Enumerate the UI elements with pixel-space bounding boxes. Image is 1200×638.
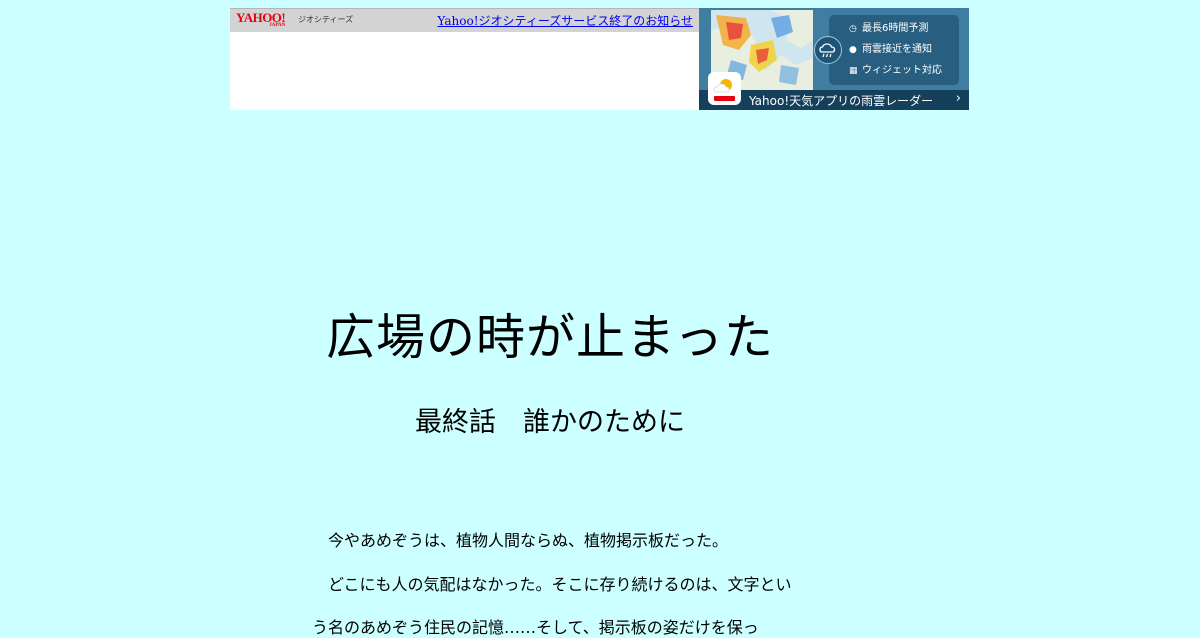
weather-app-ad[interactable]: ◷ 最長6時間予測 ● 雨雲接近を通知 ▦ ウィジェット対応 Yahoo!天気アプリの… (699, 8, 969, 110)
service-closing-notice-link[interactable]: Yahoo!ジオシティーズサービス終了のお知らせ (437, 12, 693, 29)
story-subtitle: 最終話 誰かのために (415, 407, 685, 438)
story-paragraph: 今やあめぞうは、植物人間ならぬ、植物掲示板だった。 (312, 531, 729, 550)
geocities-ad-area: YAHOO! JAPAN ジオシティーズ Yahoo!ジオシティーズサービス終了… (230, 8, 699, 110)
yahoo-japan-logo[interactable]: YAHOO! JAPAN (236, 11, 286, 28)
story-paragraph: う名のあめぞう住民の記憶……そして、掲示板の姿だけを保っ (312, 618, 759, 637)
widget-grid-icon: ▦ (849, 66, 858, 76)
geocities-label: ジオシティーズ (298, 15, 354, 24)
feature-item: ● 雨雲接近を通知 (849, 44, 932, 55)
feature-list-panel: ◷ 最長6時間予測 ● 雨雲接近を通知 ▦ ウィジェット対応 (829, 15, 959, 85)
feature-item: ◷ 最長6時間予測 (849, 23, 929, 34)
yahoo-weather-app-icon (708, 72, 741, 105)
ad-footer-text: Yahoo!天気アプリの雨雲レーダー (749, 94, 934, 108)
top-banner: YAHOO! JAPAN ジオシティーズ Yahoo!ジオシティーズサービス終了… (230, 8, 969, 110)
rain-cloud-icon (814, 36, 842, 64)
chevron-right-icon: › (955, 91, 961, 106)
feature-item: ▦ ウィジェット対応 (849, 65, 942, 76)
location-pin-icon: ● (849, 45, 857, 55)
clock-icon: ◷ (849, 24, 857, 34)
geocities-bar: YAHOO! JAPAN ジオシティーズ Yahoo!ジオシティーズサービス終了… (230, 8, 699, 32)
story-paragraph: どこにも人の気配はなかった。そこに存り続けるのは、文字とい (312, 575, 792, 594)
story-title: 広場の時が止まった (325, 309, 775, 366)
